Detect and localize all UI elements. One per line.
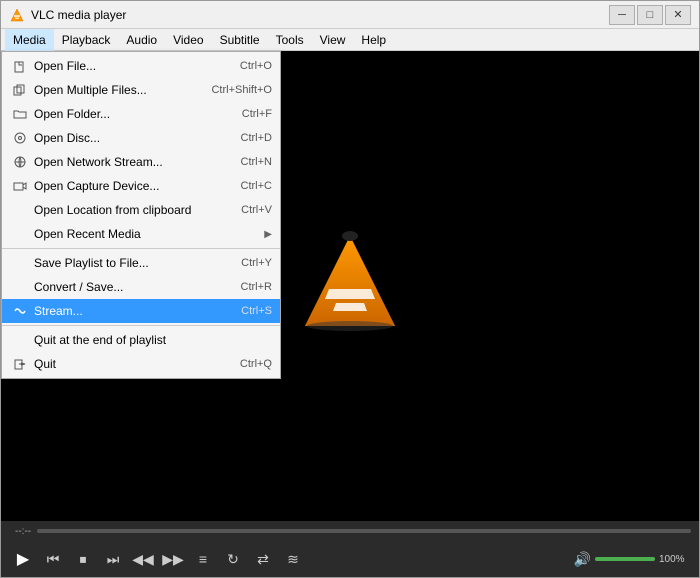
menu-audio[interactable]: Audio: [118, 29, 165, 51]
open-location-icon: [10, 202, 30, 218]
shuffle-button[interactable]: ⇄: [249, 545, 277, 573]
rewind-button[interactable]: ◀◀: [129, 545, 157, 573]
menu-open-multiple[interactable]: Open Multiple Files... Ctrl+Shift+O: [2, 78, 280, 102]
separator-2: [2, 325, 280, 326]
save-playlist-icon: [10, 255, 30, 271]
menu-quit-end[interactable]: Quit at the end of playlist: [2, 328, 280, 352]
menu-open-file[interactable]: Open File... Ctrl+O: [2, 54, 280, 78]
menu-open-disc[interactable]: Open Disc... Ctrl+D: [2, 126, 280, 150]
title-bar: VLC media player ─ □ ✕: [1, 1, 699, 29]
volume-section: 🔊 100%: [574, 551, 691, 568]
menu-tools[interactable]: Tools: [268, 29, 312, 51]
volume-bar[interactable]: [595, 557, 655, 561]
menu-open-folder[interactable]: Open Folder... Ctrl+F: [2, 102, 280, 126]
open-file-icon: [10, 58, 30, 74]
convert-save-icon: [10, 279, 30, 295]
menu-open-capture[interactable]: Open Capture Device... Ctrl+C: [2, 174, 280, 198]
quit-end-icon: [10, 332, 30, 348]
play-button[interactable]: ▶: [9, 545, 37, 573]
separator-1: [2, 248, 280, 249]
menu-save-playlist[interactable]: Save Playlist to File... Ctrl+Y: [2, 251, 280, 275]
open-folder-icon: [10, 106, 30, 122]
vlc-logo: [300, 231, 400, 341]
maximize-button[interactable]: □: [637, 5, 663, 25]
menu-subtitle[interactable]: Subtitle: [212, 29, 268, 51]
open-multiple-icon: [10, 82, 30, 98]
volume-fill: [595, 557, 655, 561]
volume-label: 100%: [659, 554, 691, 565]
menu-open-location[interactable]: Open Location from clipboard Ctrl+V: [2, 198, 280, 222]
menu-bar: Media Playback Audio Video Subtitle Tool…: [1, 29, 699, 51]
close-button[interactable]: ✕: [665, 5, 691, 25]
minimize-button[interactable]: ─: [609, 5, 635, 25]
prev-button[interactable]: ⏮: [39, 545, 67, 573]
vlc-window: VLC media player ─ □ ✕ Media Playback Au…: [0, 0, 700, 578]
menu-view[interactable]: View: [312, 29, 354, 51]
open-network-icon: [10, 154, 30, 170]
quit-icon: [10, 356, 30, 372]
controls-bar: ▶ ⏮ ⏹ ⏭ ◀◀ ▶▶ ≡ ↻ ⇄ ≋ 🔊 100%: [1, 541, 699, 577]
menu-stream[interactable]: Stream... Ctrl+S: [2, 299, 280, 323]
menu-media[interactable]: Media: [5, 29, 54, 51]
window-title: VLC media player: [31, 8, 609, 22]
title-bar-controls: ─ □ ✕: [609, 5, 691, 25]
menu-video[interactable]: Video: [165, 29, 211, 51]
extended-button[interactable]: ≋: [279, 545, 307, 573]
forward-button[interactable]: ▶▶: [159, 545, 187, 573]
timeline-current: --:--: [15, 526, 31, 537]
media-dropdown: Open File... Ctrl+O Open Multiple Files.…: [1, 51, 281, 379]
menu-open-network[interactable]: Open Network Stream... Ctrl+N: [2, 150, 280, 174]
next-button[interactable]: ⏭: [99, 545, 127, 573]
open-capture-icon: [10, 178, 30, 194]
timeline-track[interactable]: [37, 529, 691, 533]
menu-help[interactable]: Help: [353, 29, 394, 51]
app-icon: [9, 7, 25, 23]
stream-icon: [10, 303, 30, 319]
timeline-bar: --:--: [1, 521, 699, 541]
menu-playback[interactable]: Playback: [54, 29, 119, 51]
menu-open-recent[interactable]: Open Recent Media ▶: [2, 222, 280, 246]
volume-icon: 🔊: [574, 551, 591, 568]
open-recent-icon: [10, 226, 30, 242]
menu-quit[interactable]: Quit Ctrl+Q: [2, 352, 280, 376]
open-disc-icon: [10, 130, 30, 146]
loop-button[interactable]: ↻: [219, 545, 247, 573]
toggle-playlist-button[interactable]: ≡: [189, 545, 217, 573]
menu-convert-save[interactable]: Convert / Save... Ctrl+R: [2, 275, 280, 299]
stop-button[interactable]: ⏹: [69, 545, 97, 573]
